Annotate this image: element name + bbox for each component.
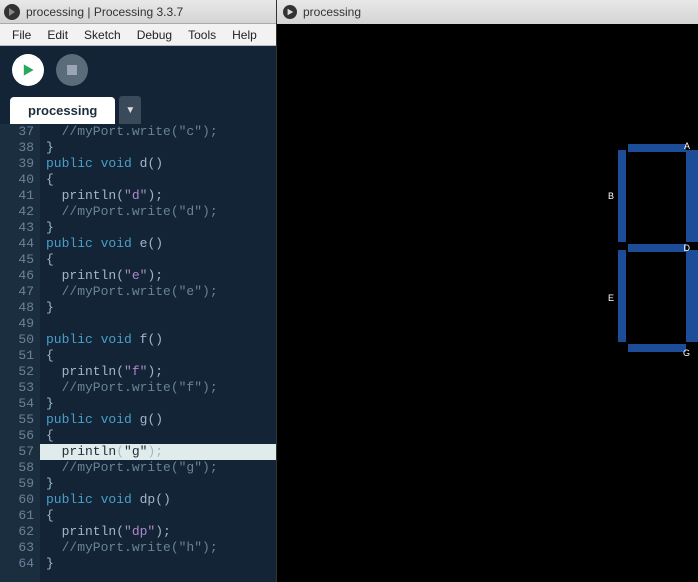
toolbar (0, 46, 276, 94)
stop-icon (67, 65, 77, 75)
code-line[interactable]: { (46, 348, 276, 364)
line-number: 46 (0, 268, 34, 284)
code-line[interactable]: println("d"); (46, 188, 276, 204)
code-line[interactable]: } (46, 140, 276, 156)
code-line[interactable]: public void d() (46, 156, 276, 172)
line-number: 37 (0, 124, 34, 140)
segment-g (628, 344, 686, 352)
code-line[interactable]: //myPort.write("d"); (46, 204, 276, 220)
label-a: A (684, 142, 690, 151)
tab-bar: processing ▼ (0, 94, 276, 124)
tab-dropdown[interactable]: ▼ (119, 96, 141, 124)
code-line[interactable]: } (46, 556, 276, 572)
line-number: 38 (0, 140, 34, 156)
editor-pane: processing | Processing 3.3.7 File Edit … (0, 0, 276, 582)
gutter: 3738394041424344454647484950515253545556… (0, 124, 40, 582)
line-number: 49 (0, 316, 34, 332)
code-line[interactable]: //myPort.write("c"); (46, 124, 276, 140)
window-title: processing | Processing 3.3.7 (26, 5, 183, 19)
code-line[interactable]: println("e"); (46, 268, 276, 284)
label-d: D (684, 244, 691, 253)
menu-debug[interactable]: Debug (129, 26, 180, 44)
line-number: 41 (0, 188, 34, 204)
line-number: 39 (0, 156, 34, 172)
line-number: 43 (0, 220, 34, 236)
code-area[interactable]: //myPort.write("c");}public void d(){ pr… (40, 124, 276, 582)
menu-tools[interactable]: Tools (180, 26, 224, 44)
segment-right-upper (686, 150, 698, 242)
code-line[interactable] (46, 316, 276, 332)
line-number: 40 (0, 172, 34, 188)
code-line[interactable]: println("f"); (46, 364, 276, 380)
code-line[interactable]: } (46, 476, 276, 492)
line-number: 45 (0, 252, 34, 268)
play-icon (21, 63, 35, 77)
code-line[interactable]: { (46, 428, 276, 444)
label-e: E (608, 294, 614, 303)
code-line[interactable]: public void dp() (46, 492, 276, 508)
line-number: 59 (0, 476, 34, 492)
code-line[interactable]: } (46, 220, 276, 236)
code-line[interactable]: //myPort.write("f"); (46, 380, 276, 396)
line-number: 54 (0, 396, 34, 412)
code-line[interactable]: { (46, 508, 276, 524)
code-line[interactable]: //myPort.write("h"); (46, 540, 276, 556)
line-number: 61 (0, 508, 34, 524)
sketch-canvas: A B D E G (277, 24, 698, 582)
line-number: 55 (0, 412, 34, 428)
menu-sketch[interactable]: Sketch (76, 26, 129, 44)
code-line[interactable]: println("dp"); (46, 524, 276, 540)
code-line[interactable]: //myPort.write("e"); (46, 284, 276, 300)
sketch-title: processing (303, 5, 361, 19)
output-pane: processing A B D E G (276, 0, 698, 582)
line-number: 58 (0, 460, 34, 476)
code-line[interactable]: } (46, 300, 276, 316)
run-button[interactable] (12, 54, 44, 86)
line-number: 56 (0, 428, 34, 444)
stop-button[interactable] (56, 54, 88, 86)
code-line[interactable]: public void e() (46, 236, 276, 252)
line-number: 52 (0, 364, 34, 380)
line-number: 51 (0, 348, 34, 364)
code-line[interactable]: { (46, 172, 276, 188)
seven-segment-display: A B D E G (618, 144, 698, 354)
code-line[interactable]: public void g() (46, 412, 276, 428)
segment-b (618, 150, 626, 242)
segment-a (628, 144, 686, 152)
code-line[interactable]: public void f() (46, 332, 276, 348)
label-g: G (683, 349, 690, 358)
code-line[interactable]: } (46, 396, 276, 412)
line-number: 42 (0, 204, 34, 220)
menu-help[interactable]: Help (224, 26, 265, 44)
title-bar: processing | Processing 3.3.7 (0, 0, 276, 24)
line-number: 63 (0, 540, 34, 556)
code-line[interactable]: { (46, 252, 276, 268)
line-number: 47 (0, 284, 34, 300)
line-number: 44 (0, 236, 34, 252)
code-line[interactable]: println("g"); (40, 444, 276, 460)
line-number: 64 (0, 556, 34, 572)
segment-right-lower (686, 250, 698, 342)
output-header: processing (277, 0, 698, 24)
line-number: 57 (0, 444, 34, 460)
line-number: 48 (0, 300, 34, 316)
line-number: 53 (0, 380, 34, 396)
app-icon (4, 4, 20, 20)
sketch-run-icon (283, 5, 297, 19)
segment-d (628, 244, 686, 252)
line-number: 60 (0, 492, 34, 508)
line-number: 50 (0, 332, 34, 348)
menu-edit[interactable]: Edit (39, 26, 76, 44)
code-editor[interactable]: 3738394041424344454647484950515253545556… (0, 124, 276, 582)
code-line[interactable]: //myPort.write("g"); (46, 460, 276, 476)
label-b: B (608, 192, 614, 201)
menu-bar: File Edit Sketch Debug Tools Help (0, 24, 276, 46)
tab-active[interactable]: processing (10, 97, 115, 124)
line-number: 62 (0, 524, 34, 540)
menu-file[interactable]: File (4, 26, 39, 44)
segment-e (618, 250, 626, 342)
